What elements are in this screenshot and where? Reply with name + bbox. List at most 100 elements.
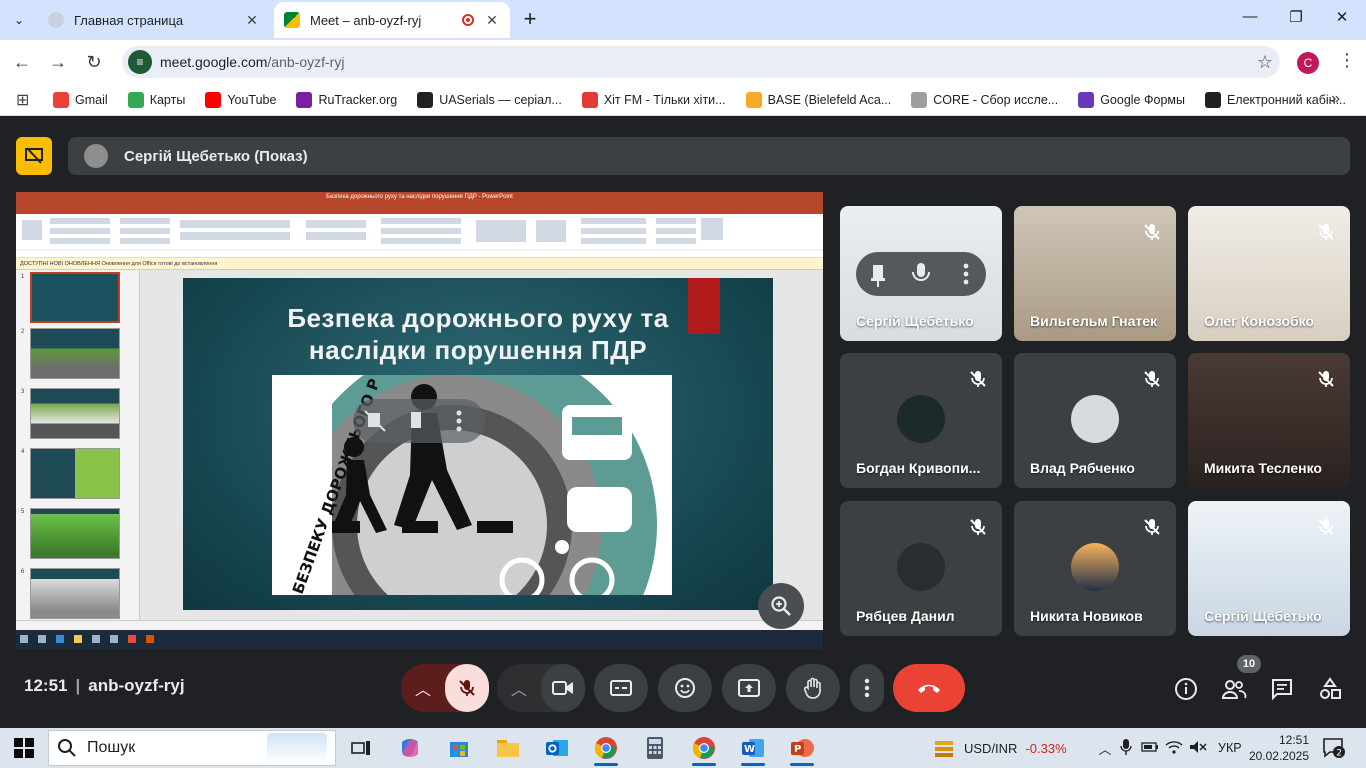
tab-home[interactable]: Главная страница ✕: [38, 2, 270, 38]
participant-tile[interactable]: Сергій Щебетько: [840, 206, 1002, 341]
tab-close-icon[interactable]: ✕: [484, 12, 500, 29]
tile-hover-controls[interactable]: [856, 252, 986, 296]
participant-tile[interactable]: Вильгельм Гнатек: [1014, 206, 1176, 341]
volume-muted-icon[interactable]: [1186, 740, 1210, 757]
participant-tile[interactable]: Микита Тесленко: [1188, 353, 1350, 488]
zoom-in-button[interactable]: [758, 583, 804, 629]
apps-grid-icon[interactable]: ⊞: [16, 90, 33, 110]
wifi-icon[interactable]: [1162, 740, 1186, 757]
bookmark-item[interactable]: Карты: [127, 91, 185, 108]
taskbar-search[interactable]: Пошук: [48, 730, 336, 766]
reactions-button[interactable]: [658, 664, 712, 712]
participant-tile[interactable]: Влад Рябченко: [1014, 353, 1176, 488]
thumb-slide-2[interactable]: [30, 328, 120, 379]
captions-button[interactable]: [594, 664, 648, 712]
bookmarks-more-icon[interactable]: »: [1331, 90, 1340, 108]
thumb-slide-5[interactable]: [30, 508, 120, 559]
chat-icon[interactable]: [1268, 675, 1296, 703]
participant-name: Олег Конозобко: [1204, 313, 1315, 329]
thumb-slide-1[interactable]: [30, 272, 120, 323]
input-language[interactable]: УКР: [1218, 741, 1242, 755]
outlook-icon[interactable]: [537, 732, 577, 764]
bookmark-item[interactable]: Електронний кабін...: [1204, 91, 1346, 108]
chart-widget-icon: [935, 741, 953, 757]
avatar: [897, 543, 945, 591]
tab-meet[interactable]: Meet – anb-oyzf-ryj ✕: [274, 2, 510, 38]
thumb-slide-3[interactable]: [30, 388, 120, 439]
present-icon: [738, 679, 760, 697]
restore-button[interactable]: ❐: [1276, 8, 1316, 32]
windows-start-icon[interactable]: [14, 738, 34, 758]
participant-name: Сергій Щебетько: [1204, 608, 1322, 624]
bookmark-item[interactable]: RuTracker.org: [296, 91, 397, 108]
chrome-profile-icon[interactable]: [684, 732, 724, 766]
avatar: [1071, 395, 1119, 443]
mic-off-icon[interactable]: [445, 664, 489, 712]
bookmark-item[interactable]: UASerials — серіал...: [417, 91, 562, 108]
bookmark-favicon-icon: [127, 91, 144, 108]
thumb-slide-6[interactable]: [30, 568, 120, 619]
participant-tile[interactable]: Богдан Кривопи...: [840, 353, 1002, 488]
browser-menu-icon[interactable]: ⋮: [1338, 50, 1356, 71]
participant-tile[interactable]: Никита Новиков: [1014, 501, 1176, 636]
activities-icon[interactable]: [1316, 675, 1344, 703]
back-button[interactable]: ←: [8, 48, 36, 76]
forward-button[interactable]: →: [44, 48, 72, 76]
powerpoint-ribbon-tabs: [16, 203, 823, 214]
bookmark-star-icon[interactable]: ☆: [1250, 52, 1280, 73]
people-icon[interactable]: [1220, 675, 1248, 703]
bookmark-item[interactable]: Google Формы: [1078, 91, 1185, 108]
bookmark-item[interactable]: Хіт FM - Тільки хіти...: [581, 91, 726, 108]
address-bar[interactable]: ≡ meet.google.com/anb-oyzf-ryj ☆: [122, 46, 1280, 78]
word-icon[interactable]: W: [733, 732, 773, 766]
svg-text:2: 2: [1336, 749, 1342, 759]
microsoft-store-icon[interactable]: [439, 732, 479, 764]
raise-hand-button[interactable]: [786, 664, 840, 712]
thumb-number: 1: [21, 274, 25, 280]
file-explorer-icon[interactable]: [488, 732, 528, 764]
calculator-icon[interactable]: [635, 732, 675, 764]
meeting-time: 12:51: [24, 676, 68, 695]
meeting-details-icon[interactable]: [1172, 675, 1200, 703]
bookmark-item[interactable]: CORE - Сбор иссле...: [911, 91, 1058, 108]
tray-chevron-icon[interactable]: ︿: [1096, 739, 1114, 758]
bookmark-item[interactable]: YouTube: [205, 91, 276, 108]
minimize-button[interactable]: —: [1230, 8, 1270, 32]
tab-close-icon[interactable]: ✕: [244, 12, 260, 29]
camera-icon[interactable]: [541, 664, 585, 712]
mic-options-chevron-icon[interactable]: ︿: [401, 664, 445, 712]
screen-hover-controls[interactable]: [353, 399, 485, 443]
leave-call-button[interactable]: [893, 664, 965, 712]
participant-tile[interactable]: Олег Конозобко: [1188, 206, 1350, 341]
copilot-icon[interactable]: [390, 732, 430, 764]
site-info-icon[interactable]: ≡: [128, 50, 152, 74]
present-screen-button[interactable]: [722, 664, 776, 712]
participant-tile[interactable]: Рябцев Данил: [840, 501, 1002, 636]
powerpoint-icon[interactable]: P: [782, 732, 822, 766]
task-view-icon[interactable]: [341, 732, 381, 764]
chrome-icon[interactable]: [586, 732, 626, 766]
profile-avatar[interactable]: C: [1297, 52, 1319, 74]
new-tab-button[interactable]: +: [518, 8, 542, 32]
close-window-button[interactable]: ✕: [1322, 8, 1362, 32]
thumb-slide-4[interactable]: [30, 448, 120, 499]
more-options-button[interactable]: [850, 664, 884, 712]
reload-button[interactable]: ↻: [80, 48, 108, 76]
bookmark-favicon-icon: [1204, 91, 1221, 108]
currency-widget[interactable]: USD/INR -0.33%: [932, 728, 1067, 768]
participant-name: Вильгельм Гнатек: [1030, 313, 1158, 329]
bookmark-item[interactable]: Gmail: [53, 91, 108, 108]
avatar: [897, 395, 945, 443]
bookmark-item[interactable]: BASE (Bielefeld Aca...: [745, 91, 891, 108]
battery-icon[interactable]: [1138, 741, 1162, 756]
microphone-icon[interactable]: [1114, 738, 1138, 758]
participant-tile[interactable]: Сергій Щебетько: [1188, 501, 1350, 636]
mic-off-icon: [1316, 222, 1336, 242]
url-text[interactable]: meet.google.com/anb-oyzf-ryj: [160, 54, 1250, 70]
clock-time: 12:51: [1278, 733, 1309, 747]
tab-search-button[interactable]: ⌄: [6, 8, 32, 32]
camera-options-chevron-icon[interactable]: ︿: [497, 676, 541, 700]
notifications-icon[interactable]: 2: [1322, 728, 1346, 768]
presentation-icon: [16, 137, 52, 175]
taskbar-clock[interactable]: 12:51 20.02.2025: [1249, 728, 1309, 768]
